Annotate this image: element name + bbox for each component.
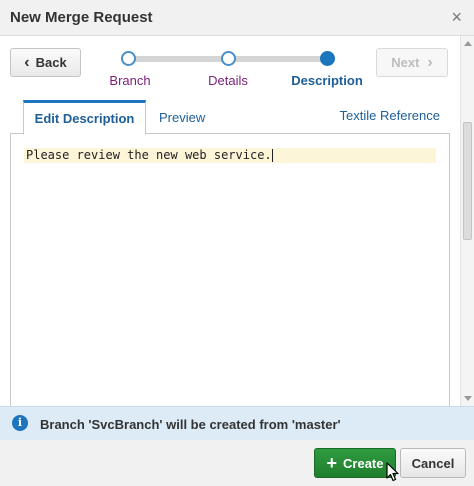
dialog-titlebar: New Merge Request × (0, 0, 474, 36)
mouse-pointer-icon (386, 462, 399, 482)
cancel-button[interactable]: Cancel (400, 448, 466, 478)
create-button-label: Create (343, 455, 384, 471)
info-message-bar: i Branch 'SvcBranch' will be created fro… (0, 406, 474, 440)
dialog-content: ‹ Back Branch Details Description Next ›… (0, 36, 460, 406)
train-stop-description (320, 51, 335, 66)
train-label-details[interactable]: Details (208, 73, 248, 88)
close-icon[interactable]: × (451, 8, 462, 26)
description-text-line[interactable]: Please review the new web service. (24, 148, 436, 163)
tab-edit-description[interactable]: Edit Description (23, 100, 146, 135)
next-button-label: Next (391, 55, 420, 70)
tab-preview[interactable]: Preview (157, 100, 207, 134)
scroll-up-icon[interactable] (464, 41, 472, 46)
create-button[interactable]: + Create (314, 448, 396, 478)
dialog-title: New Merge Request (10, 9, 153, 26)
textile-reference-link[interactable]: Textile Reference (340, 108, 440, 123)
description-text: Please review the new web service. (26, 148, 272, 162)
plus-icon: + (326, 453, 338, 473)
dialog-footer: + Create Cancel (0, 440, 474, 486)
next-button: Next › (376, 48, 448, 77)
description-editor[interactable]: Please review the new web service. (10, 134, 450, 406)
vertical-scrollbar[interactable] (460, 36, 474, 406)
train-label-branch[interactable]: Branch (109, 73, 150, 88)
scrollbar-thumb[interactable] (463, 122, 472, 240)
info-icon: i (12, 415, 28, 431)
back-button[interactable]: ‹ Back (10, 48, 81, 77)
text-caret (271, 149, 273, 162)
train-stop-branch[interactable] (121, 51, 136, 66)
back-button-label: Back (35, 55, 67, 70)
info-message: Branch 'SvcBranch' will be created from … (40, 417, 341, 432)
train-stop-details[interactable] (221, 51, 236, 66)
train-label-description: Description (291, 73, 363, 88)
chevron-right-icon: › (427, 54, 433, 71)
chevron-left-icon: ‹ (24, 54, 30, 71)
scroll-down-icon[interactable] (464, 396, 472, 401)
